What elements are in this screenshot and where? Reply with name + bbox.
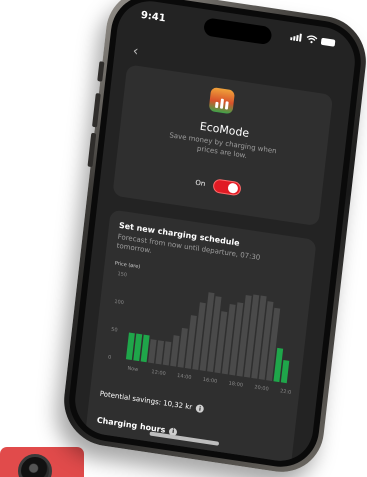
price-bar — [155, 340, 164, 365]
x-tick-label: 22:00 — [280, 388, 295, 396]
price-bar — [148, 339, 157, 364]
bar-chart-app-icon — [208, 86, 236, 115]
charging-price-bar — [133, 333, 143, 362]
toggle-knob — [227, 182, 239, 194]
x-tick-label: 20:00 — [254, 384, 269, 392]
back-button[interactable]: ‹ — [132, 43, 139, 60]
ecomode-toggle-row: On — [114, 164, 321, 209]
price-bar — [162, 341, 172, 366]
status-icons — [290, 32, 336, 47]
info-icon[interactable]: i — [195, 404, 205, 414]
signal-bars-icon — [290, 33, 302, 42]
charging-price-bar — [140, 334, 150, 363]
toggle-label: On — [194, 178, 206, 189]
x-tick-label: 18:00 — [228, 381, 243, 389]
chevron-left-icon: ‹ — [131, 43, 140, 60]
phone-screen: 9:41 ‹ EcoMode Save money by charging wh… — [71, 0, 359, 466]
wifi-icon — [306, 35, 318, 44]
price-chart: Price (øre) 150 100 50 0 Now 12:00 14:00 16… — [103, 261, 303, 398]
x-tick-label: 12:00 — [151, 369, 166, 377]
phone-mockup: 9:41 ‹ EcoMode Save money by charging wh… — [0, 0, 367, 477]
phone: 9:41 ‹ EcoMode Save money by charging wh… — [59, 0, 367, 477]
charging-price-bar — [280, 360, 290, 384]
x-tick-label: Now — [127, 365, 138, 373]
battery-icon — [320, 37, 336, 47]
schedule-card: Set new charging schedule Forecast from … — [83, 209, 317, 466]
charging-price-bar — [125, 332, 135, 361]
ecomode-card: EcoMode Save money by charging when pric… — [112, 64, 334, 227]
x-tick-label: 14:00 — [177, 373, 192, 381]
price-bars: Now 12:00 14:00 16:00 18:00 20:00 22:00 — [125, 292, 295, 396]
status-bar: 9:41 — [118, 7, 357, 58]
x-tick-label: 16:00 — [203, 377, 218, 385]
savings-text: Potential savings: 10,32 kr — [99, 389, 193, 412]
scene: ng å 9:41 — [0, 0, 367, 477]
status-time: 9:41 — [140, 9, 167, 25]
ecomode-toggle[interactable] — [212, 178, 242, 197]
potential-savings: Potential savings: 10,32 kr i — [99, 389, 205, 414]
